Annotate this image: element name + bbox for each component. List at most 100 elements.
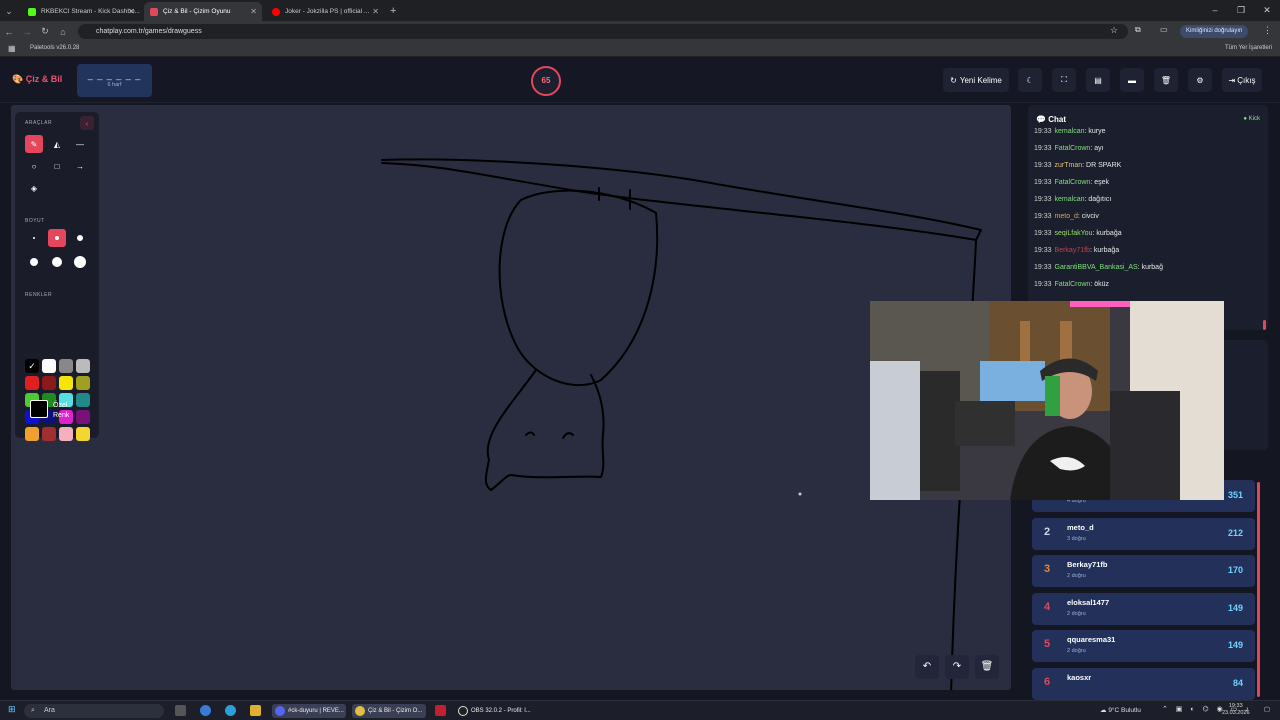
rectangle-tool[interactable]: □ xyxy=(48,157,66,175)
redo-button[interactable]: ↷ xyxy=(945,655,969,679)
fullscreen-button[interactable]: ⛶ xyxy=(1052,68,1076,92)
clear-canvas-button[interactable]: 🗑 xyxy=(975,655,999,679)
new-word-button[interactable]: ↻ Yeni Kelime xyxy=(943,68,1009,92)
tab-youtube-joker[interactable]: Joker - Jokzilla PS | official ... ✕ xyxy=(266,2,384,21)
dark-mode-button[interactable]: ☾ xyxy=(1018,68,1042,92)
message-user[interactable]: zurTman xyxy=(1055,162,1083,169)
extensions-icon[interactable]: ⧉ xyxy=(1135,25,1141,35)
message-user[interactable]: seqiLfakYou xyxy=(1055,230,1093,237)
taskbar-search[interactable]: ⌕ Ara xyxy=(24,704,164,718)
weather-widget[interactable]: ☁ 9°C Bulutlu xyxy=(1100,706,1141,714)
color-swatch[interactable] xyxy=(42,376,56,390)
color-swatch[interactable] xyxy=(76,427,90,441)
tab-list-icon[interactable]: ⌄ xyxy=(0,2,18,21)
reload-icon[interactable]: ↻ xyxy=(36,26,54,37)
tab-title: RKBEKCI Stream - Kick Dashbo... xyxy=(41,8,140,15)
custom-color-swatch[interactable] xyxy=(30,400,48,418)
message-time: 19:33 xyxy=(1034,162,1052,169)
color-swatch[interactable] xyxy=(42,427,56,441)
close-icon[interactable]: ✕ xyxy=(372,7,379,16)
fill-bucket-tool[interactable]: ◈ xyxy=(25,179,43,197)
message-user[interactable]: meto_d xyxy=(1055,213,1078,220)
chat-scrollbar[interactable] xyxy=(1263,320,1266,330)
panel-button[interactable]: ▤ xyxy=(1086,68,1110,92)
taskbar-app-chrome[interactable]: Çiz & Bil - Çizim O... xyxy=(352,704,426,718)
forward-icon[interactable]: → xyxy=(18,27,36,37)
edge-icon[interactable] xyxy=(225,705,236,716)
size-xl[interactable] xyxy=(48,253,66,271)
home-icon[interactable]: ⌂ xyxy=(54,27,72,37)
app-icon-1[interactable] xyxy=(200,705,211,716)
arrow-tool[interactable]: → xyxy=(71,157,89,175)
close-window-icon[interactable]: ✕ xyxy=(1254,0,1280,20)
circle-tool[interactable]: ○ xyxy=(25,157,43,175)
color-swatch[interactable] xyxy=(59,359,73,373)
size-xs[interactable] xyxy=(25,229,43,247)
minimize-icon[interactable]: – xyxy=(1202,0,1228,20)
settings-button[interactable]: ⚙ xyxy=(1188,68,1212,92)
collapse-panel-button[interactable]: ‹ xyxy=(80,116,94,130)
message-user[interactable]: FatalCrown xyxy=(1055,145,1091,152)
color-swatch[interactable] xyxy=(76,410,90,424)
message-user[interactable]: Berkay71fb xyxy=(1055,247,1090,254)
message-text: kurbağa xyxy=(1096,230,1122,237)
logout-icon: ⇥ xyxy=(1228,75,1236,85)
color-swatch[interactable] xyxy=(76,376,90,390)
color-swatch[interactable] xyxy=(59,376,73,390)
new-tab-icon[interactable]: + xyxy=(390,2,396,21)
verify-identity-button[interactable]: Kimliğinizi doğrulayın xyxy=(1180,25,1249,38)
app-icon-red[interactable] xyxy=(435,705,446,716)
restore-icon[interactable]: ❐ xyxy=(1228,0,1254,20)
color-swatch[interactable] xyxy=(76,393,90,407)
logout-button[interactable]: ⇥ Çıkış xyxy=(1222,68,1262,92)
tab-drawguess[interactable]: Çiz & Bil - Çizim Oyunu ✕ xyxy=(144,2,262,21)
back-icon[interactable]: ← xyxy=(0,27,18,37)
taskbar-app-obs[interactable]: OBS 32.0.2 - Profil: l... xyxy=(455,704,535,718)
cast-icon[interactable]: ▭ xyxy=(1160,25,1168,34)
message-user[interactable]: GarantiBBVA_Bankasi_AS xyxy=(1055,264,1138,271)
clock[interactable]: 19:33 23.03.2026 xyxy=(1222,703,1250,717)
pencil-tool[interactable]: ✎ xyxy=(25,135,43,153)
message-text: kurbağ xyxy=(1141,264,1163,271)
windows-start-icon[interactable]: ⊞ xyxy=(8,704,16,715)
message-text: civciv xyxy=(1081,213,1099,220)
notification-icon[interactable]: ▢ xyxy=(1264,705,1270,713)
drawing-canvas[interactable] xyxy=(11,105,1011,690)
color-swatch[interactable] xyxy=(25,427,39,441)
menu-icon[interactable]: ⋮ xyxy=(1263,25,1272,36)
close-icon[interactable]: ✕ xyxy=(250,7,257,16)
url-text: chatplay.com.tr/games/drawguess xyxy=(96,28,202,35)
url-field[interactable]: chatplay.com.tr/games/drawguess xyxy=(78,24,1128,39)
size-m[interactable] xyxy=(71,229,89,247)
apps-grid-icon[interactable]: ▦ xyxy=(8,44,16,53)
undo-button[interactable]: ↶ xyxy=(915,655,939,679)
line-tool[interactable]: — xyxy=(71,135,89,153)
tab-kick-dashboard[interactable]: RKBEKCI Stream - Kick Dashbo... ✕ xyxy=(22,2,140,21)
clear-button[interactable]: 🗑 xyxy=(1154,68,1178,92)
layout-button[interactable]: ▬ xyxy=(1120,68,1144,92)
message-user[interactable]: FatalCrown xyxy=(1055,179,1091,186)
task-view-icon[interactable] xyxy=(175,705,186,716)
star-icon[interactable]: ☆ xyxy=(1110,25,1118,36)
all-bookmarks[interactable]: Tüm Yer İşaretleri xyxy=(1225,45,1272,51)
message-user[interactable]: FatalCrown xyxy=(1055,281,1091,288)
size-l[interactable] xyxy=(25,253,43,271)
message-user[interactable]: kemalcan xyxy=(1055,128,1085,135)
size-xxl[interactable] xyxy=(71,253,89,271)
app-logo[interactable]: 🎨 Çiz & Bil xyxy=(12,74,62,85)
color-swatch[interactable]: ✓ xyxy=(25,359,39,373)
message-user[interactable]: kemalcan xyxy=(1055,196,1085,203)
file-explorer-icon[interactable] xyxy=(250,705,261,716)
leaderboard-scrollbar[interactable] xyxy=(1257,482,1260,697)
eraser-tool[interactable]: ◭ xyxy=(48,135,66,153)
color-swatch[interactable] xyxy=(76,359,90,373)
color-swatch[interactable] xyxy=(42,359,56,373)
taskbar-app-discord[interactable]: #ck-duyuru | REVE... xyxy=(272,704,346,718)
size-s[interactable] xyxy=(48,229,66,247)
close-icon[interactable]: ✕ xyxy=(128,7,135,16)
bookmark-paletools[interactable]: Paletools v26.0.28 xyxy=(30,45,79,51)
chat-panel: 💬 Chat ● Kick 19:33 kemalcan: kurye 19:33 F… xyxy=(1028,105,1268,330)
color-swatch[interactable] xyxy=(25,376,39,390)
color-swatch[interactable] xyxy=(59,427,73,441)
rank-number: 4 xyxy=(1044,600,1051,613)
